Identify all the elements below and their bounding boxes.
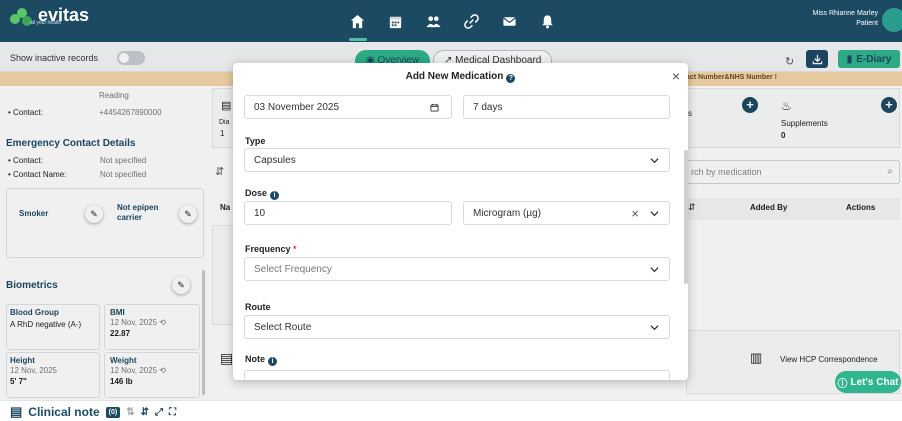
help-icon: ⓘ bbox=[837, 378, 848, 390]
close-icon[interactable]: × bbox=[672, 68, 680, 84]
dose-input[interactable]: 10 bbox=[244, 201, 452, 225]
frequency-label: Frequency * bbox=[245, 244, 297, 254]
nav-bell-icon[interactable] bbox=[528, 0, 566, 42]
route-label: Route bbox=[245, 302, 271, 312]
app-logo[interactable]: evitas bbox=[10, 6, 89, 30]
sort-asc-icon[interactable]: ⇅ bbox=[126, 407, 134, 418]
sort-desc-icon[interactable]: ⇵ bbox=[141, 407, 149, 418]
chevron-down-icon bbox=[650, 211, 659, 217]
lets-chat-button[interactable]: ⓘ Let's Chat bbox=[835, 371, 901, 393]
info-icon[interactable]: ? bbox=[506, 74, 516, 83]
dose-label: Dose i bbox=[245, 188, 280, 200]
nav-active-indicator bbox=[349, 38, 367, 41]
logo-mark-icon bbox=[10, 6, 34, 30]
nav-link-icon[interactable] bbox=[452, 0, 490, 42]
route-select[interactable]: Select Route bbox=[244, 315, 670, 339]
user-info[interactable]: Miss Rhianne Marley Patient bbox=[813, 9, 878, 29]
note-label: Note i bbox=[245, 354, 277, 366]
logo-tagline: all your health bbox=[30, 20, 62, 26]
nav-users-icon[interactable] bbox=[414, 0, 452, 42]
expand-icon[interactable]: ⤢ bbox=[155, 407, 163, 418]
note-textarea[interactable] bbox=[244, 370, 670, 380]
clinical-note-section[interactable]: ▤ Clinical note (0) ⇅ ⇵ ⤢ ⛶ bbox=[10, 404, 176, 420]
type-select[interactable]: Capsules bbox=[244, 148, 670, 172]
note-icon: ▤ bbox=[10, 404, 23, 419]
user-role: Patient bbox=[856, 20, 878, 27]
modal-form: 03 November 2025 7 days Type Capsules Do… bbox=[233, 91, 688, 380]
top-header: evitas all your health Miss Rhianne Marl… bbox=[0, 0, 902, 42]
chevron-down-icon bbox=[650, 158, 659, 164]
info-icon[interactable]: i bbox=[268, 357, 277, 366]
calendar-icon bbox=[430, 103, 439, 112]
chevron-down-icon bbox=[650, 325, 659, 331]
modal-scrollbar[interactable] bbox=[684, 150, 688, 284]
user-name: Miss Rhianne Marley bbox=[812, 10, 878, 17]
top-nav bbox=[338, 0, 566, 42]
nav-calendar-icon[interactable] bbox=[376, 0, 414, 42]
chevron-down-icon bbox=[650, 267, 659, 273]
clinical-note-label: Clinical note bbox=[28, 405, 100, 419]
clinical-note-count: (0) bbox=[105, 406, 121, 418]
fullscreen-icon[interactable]: ⛶ bbox=[169, 407, 176, 418]
frequency-select[interactable]: Select Frequency bbox=[244, 257, 670, 281]
avatar[interactable] bbox=[882, 8, 902, 32]
clinical-note-bar: ▤ Clinical note (0) ⇅ ⇵ ⤢ ⛶ bbox=[0, 400, 902, 421]
add-medication-modal: Add New Medication? × 03 November 2025 7… bbox=[233, 63, 688, 380]
info-icon[interactable]: i bbox=[270, 191, 280, 200]
modal-title: Add New Medication? bbox=[233, 71, 688, 83]
duration-field[interactable]: 7 days bbox=[463, 95, 670, 119]
nav-home-icon[interactable] bbox=[338, 0, 376, 42]
start-date-field[interactable]: 03 November 2025 bbox=[244, 95, 452, 119]
clear-icon[interactable]: × bbox=[631, 206, 639, 221]
type-label: Type bbox=[245, 136, 266, 146]
nav-mail-icon[interactable] bbox=[490, 0, 528, 42]
dose-unit-select[interactable]: Microgram (µg) × bbox=[463, 201, 670, 225]
